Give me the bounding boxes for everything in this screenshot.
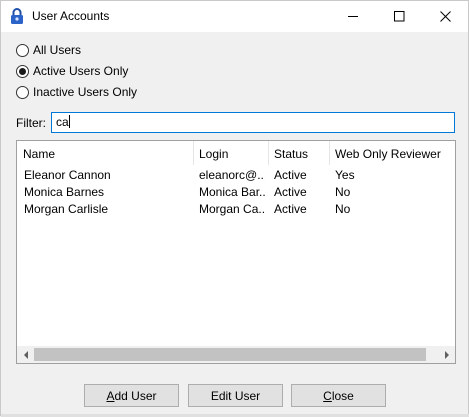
scrollbar-thumb[interactable] (34, 348, 426, 361)
column-header-login[interactable]: Login (193, 141, 268, 165)
window-title: User Accounts (32, 9, 110, 23)
scroll-left-button[interactable] (17, 346, 34, 363)
scroll-right-button[interactable] (438, 346, 455, 363)
minimize-button[interactable] (330, 1, 376, 32)
filter-label: Filter: (16, 116, 46, 130)
scroll-left-arrow-icon (23, 350, 28, 359)
cell-web-only-reviewer: Yes (335, 168, 355, 182)
scroll-right-arrow-icon (444, 350, 449, 359)
filter-input-value: ca (56, 115, 69, 129)
column-header-web-only-reviewer[interactable]: Web Only Reviewer (329, 141, 455, 165)
cell-web-only-reviewer: No (335, 202, 351, 216)
radio-button[interactable] (16, 85, 29, 99)
cell-status: Active (274, 202, 307, 216)
cell-web-only-reviewer: No (335, 185, 351, 199)
users-list[interactable]: Name Login Status Web Only Reviewer Elea… (16, 140, 456, 364)
cell-name: Eleanor Cannon (24, 168, 111, 182)
list-header: Name Login Status Web Only Reviewer (17, 141, 455, 165)
cell-login: eleanorc@... (199, 168, 265, 182)
column-header-name[interactable]: Name (17, 141, 193, 165)
cell-status: Active (274, 168, 307, 182)
close-window-button[interactable] (422, 1, 468, 32)
user-accounts-window: User Accounts All Users Active Users Onl… (0, 0, 469, 417)
cell-name: Morgan Carlisle (24, 202, 109, 216)
close-icon (439, 11, 451, 22)
mnemonic-c: C (323, 388, 332, 403)
cell-name: Monica Barnes (24, 185, 105, 199)
radio-button[interactable] (16, 43, 29, 57)
radio-label: All Users (33, 43, 82, 57)
cell-status: Active (274, 185, 307, 199)
column-header-status[interactable]: Status (268, 141, 329, 165)
title-bar[interactable]: User Accounts (1, 1, 468, 32)
lock-icon (11, 8, 23, 24)
add-user-label: dd User (114, 388, 157, 403)
radio-all-users[interactable]: All Users (16, 42, 81, 58)
radio-button-checked[interactable] (16, 64, 29, 78)
text-caret (68, 115, 70, 128)
radio-active-users-only[interactable]: Active Users Only (16, 63, 128, 79)
table-row[interactable]: Morgan Carlisle Morgan Ca... Active No (17, 200, 455, 217)
close-button[interactable]: Close (291, 384, 386, 407)
table-row[interactable]: Monica Barnes Monica Bar... Active No (17, 183, 455, 200)
maximize-button[interactable] (376, 1, 422, 32)
edit-user-button[interactable]: Edit User (188, 384, 283, 407)
close-label: lose (331, 388, 354, 403)
radio-inactive-users-only[interactable]: Inactive Users Only (16, 84, 137, 100)
maximize-icon (393, 11, 404, 22)
minimize-icon (347, 16, 358, 17)
filter-input[interactable]: ca (51, 112, 455, 133)
table-row[interactable]: Eleanor Cannon eleanorc@... Active Yes (17, 166, 455, 183)
horizontal-scrollbar[interactable] (17, 346, 455, 363)
add-user-button[interactable]: Add User (84, 384, 179, 407)
radio-label: Inactive Users Only (33, 85, 138, 99)
cell-login: Morgan Ca... (199, 202, 265, 216)
radio-label: Active Users Only (33, 64, 129, 78)
cell-login: Monica Bar... (199, 185, 265, 199)
